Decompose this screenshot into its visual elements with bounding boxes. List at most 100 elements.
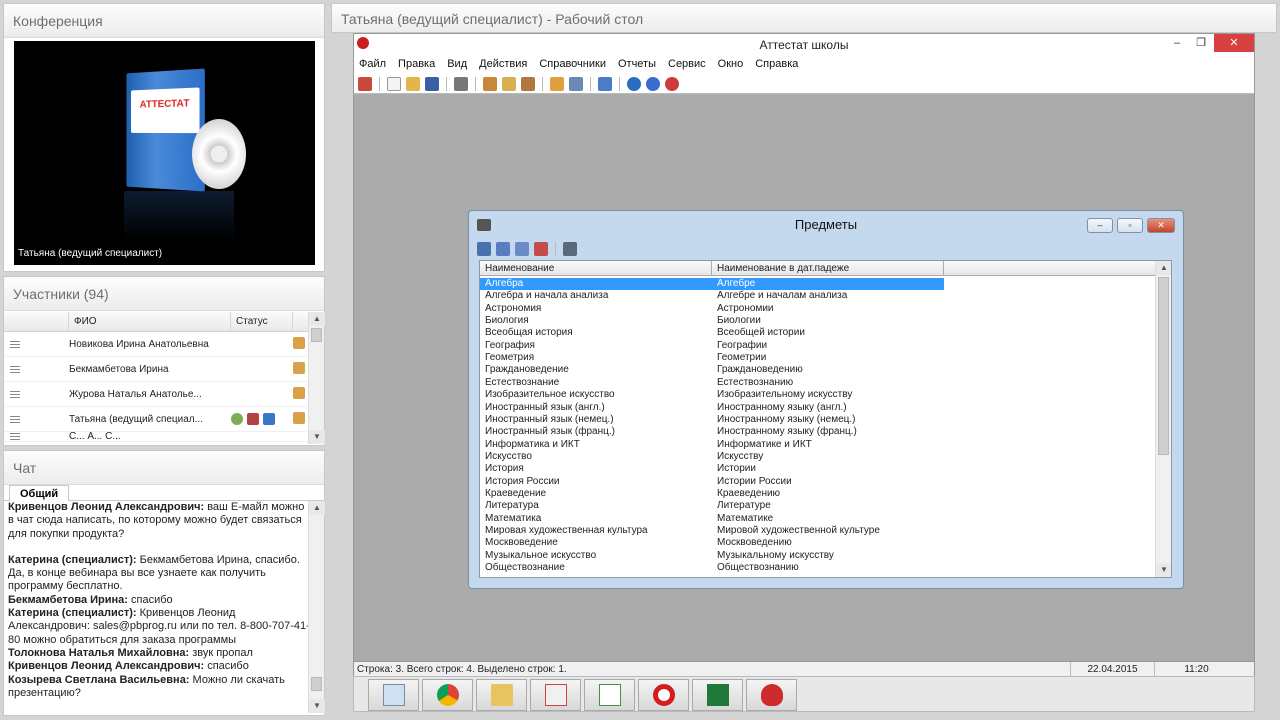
taskbar-chrome[interactable]	[422, 679, 473, 711]
scroll-down-icon[interactable]: ▼	[309, 699, 325, 713]
menu-view[interactable]: Вид	[447, 54, 467, 74]
save-icon[interactable]	[425, 76, 439, 91]
camera-off-icon[interactable]	[247, 413, 259, 425]
grid-row[interactable]: Краеведение Краеведению	[480, 488, 1157, 500]
grid-row[interactable]: Иностранный язык (англ.) Иностранному язы…	[480, 402, 1157, 414]
taskbar-chart[interactable]	[368, 679, 419, 711]
new-file-icon[interactable]	[387, 76, 401, 91]
sort-icon[interactable]	[563, 242, 577, 256]
dialog-minimize-button[interactable]: –	[1087, 218, 1113, 233]
delete-row-icon[interactable]	[534, 242, 548, 256]
help-icon[interactable]	[646, 76, 660, 91]
scroll-up-icon[interactable]: ▲	[309, 501, 325, 515]
grid-row[interactable]: Всеобщая история Всеобщей истории	[480, 327, 1157, 339]
tab-general[interactable]: Общий	[9, 485, 70, 501]
grid-row[interactable]: Граждановедение Граждановедению	[480, 364, 1157, 376]
screen-share-icon[interactable]	[263, 413, 275, 425]
scroll-up-icon[interactable]: ▲	[309, 312, 325, 326]
app-titlebar[interactable]: Аттестат школы – ❐ ✕	[354, 34, 1254, 54]
books-icon[interactable]	[550, 76, 564, 91]
menu-reports[interactable]: Отчеты	[618, 54, 656, 74]
grid-row[interactable]: Изобразительное искусство Изобразительном…	[480, 389, 1157, 401]
participant-row[interactable]: С... А... С...	[4, 432, 309, 442]
drag-handle-icon[interactable]	[10, 365, 20, 373]
scroll-thumb[interactable]	[311, 677, 322, 691]
grid-row[interactable]: География Географии	[480, 340, 1157, 352]
menu-window[interactable]: Окно	[718, 54, 744, 74]
video-feed[interactable]: АТТЕСТАТ Татьяна (ведущий специалист)	[14, 41, 315, 265]
taskbar-folder[interactable]	[476, 679, 527, 711]
copy-row-icon[interactable]	[515, 242, 529, 256]
print-icon[interactable]	[454, 76, 468, 91]
grid-row[interactable]: Естествознание Естествознанию	[480, 377, 1157, 389]
exit-icon[interactable]	[358, 76, 372, 91]
minimize-button[interactable]: –	[1164, 34, 1190, 52]
participants-scrollbar[interactable]: ▲ ▼	[308, 312, 325, 444]
grid-row[interactable]: Искусство Искусству	[480, 451, 1157, 463]
maximize-button[interactable]: ❐	[1188, 34, 1214, 52]
col-subject-name[interactable]: Наименование	[480, 261, 712, 275]
chat-scrollbar[interactable]: ▲ ▼	[308, 501, 325, 713]
edit-row-icon[interactable]	[496, 242, 510, 256]
taskbar-calendar[interactable]	[530, 679, 581, 711]
scroll-up-icon[interactable]: ▲	[1156, 261, 1171, 275]
copy-icon[interactable]	[502, 76, 516, 91]
taskbar-rose[interactable]	[746, 679, 797, 711]
drag-handle-icon[interactable]	[10, 390, 20, 398]
col-status[interactable]: Статус	[231, 312, 293, 331]
grid-row[interactable]: Иностранный язык (немец.) Иностранному яз…	[480, 414, 1157, 426]
grid-scrollbar[interactable]: ▲ ▼	[1155, 261, 1171, 577]
grid-row[interactable]: Математика Математике	[480, 513, 1157, 525]
grid-row[interactable]: Мировая художественная культура Мировой х…	[480, 525, 1157, 537]
scroll-thumb[interactable]	[311, 328, 322, 342]
drag-handle-icon[interactable]	[10, 433, 20, 440]
dialog-close-button[interactable]: ✕	[1147, 218, 1175, 233]
home-icon[interactable]	[483, 76, 497, 91]
grid-row[interactable]: Литература Литературе	[480, 500, 1157, 512]
grid-row[interactable]: Биология Биологии	[480, 315, 1157, 327]
grid-row[interactable]: Обществознание Обществознанию	[480, 562, 1157, 574]
taskbar-opera[interactable]	[638, 679, 689, 711]
add-row-icon[interactable]	[477, 242, 491, 256]
close-button[interactable]: ✕	[1214, 34, 1254, 52]
drag-handle-icon[interactable]	[10, 340, 20, 348]
drag-handle-icon[interactable]	[10, 415, 20, 423]
participant-row[interactable]: Журова Наталья Анатолье...	[4, 382, 309, 407]
grid-row[interactable]: Иностранный язык (франц.) Иностранному яз…	[480, 426, 1157, 438]
grid-row[interactable]: Геометрия Геометрии	[480, 352, 1157, 364]
microphone-icon[interactable]	[231, 413, 243, 425]
participant-name: Новикова Ирина Анатольевна	[69, 338, 209, 350]
open-folder-icon[interactable]	[406, 76, 420, 91]
rose-icon	[760, 684, 783, 706]
menu-service[interactable]: Сервис	[668, 54, 706, 74]
taskbar-book[interactable]	[584, 679, 635, 711]
refresh-icon[interactable]	[627, 76, 641, 91]
taskbar-excel[interactable]	[692, 679, 743, 711]
document-icon[interactable]	[521, 76, 535, 91]
window-dropdown-icon[interactable]	[598, 76, 612, 91]
grid-row[interactable]: Астрономия Астрономии	[480, 303, 1157, 315]
menu-actions[interactable]: Действия	[479, 54, 527, 74]
grid-row[interactable]: Алгебра и начала анализа Алгебре и начала…	[480, 290, 1157, 302]
scroll-down-icon[interactable]: ▼	[309, 430, 325, 444]
dialog-maximize-button[interactable]: ▫	[1117, 218, 1143, 233]
grid-row[interactable]: История Истории	[480, 463, 1157, 475]
menu-edit[interactable]: Правка	[398, 54, 435, 74]
participant-row[interactable]: Бекмамбетова Ирина	[4, 357, 309, 382]
table-icon[interactable]	[569, 76, 583, 91]
grid-row[interactable]: Алгебра Алгебре	[480, 278, 1157, 291]
menu-file[interactable]: Файл	[359, 54, 386, 74]
participant-row[interactable]: Новикова Ирина Анатольевна	[4, 332, 309, 357]
menu-help[interactable]: Справка	[755, 54, 798, 74]
grid-row[interactable]: История России Истории России	[480, 476, 1157, 488]
grid-row[interactable]: Музыкальное искусство Музыкальному искусс…	[480, 550, 1157, 562]
grid-row[interactable]: Информатика и ИКТ Информатике и ИКТ	[480, 439, 1157, 451]
grid-row[interactable]: Москвоведение Москвоведению	[480, 537, 1157, 549]
scroll-thumb[interactable]	[1158, 277, 1169, 455]
menu-directories[interactable]: Справочники	[539, 54, 606, 74]
participant-row[interactable]: Татьяна (ведущий специал...	[4, 407, 309, 432]
col-subject-dative[interactable]: Наименование в дат.падеже	[712, 261, 944, 275]
col-name[interactable]: ФИО	[69, 312, 231, 331]
rose-icon[interactable]	[665, 76, 679, 91]
scroll-down-icon[interactable]: ▼	[1156, 563, 1171, 577]
